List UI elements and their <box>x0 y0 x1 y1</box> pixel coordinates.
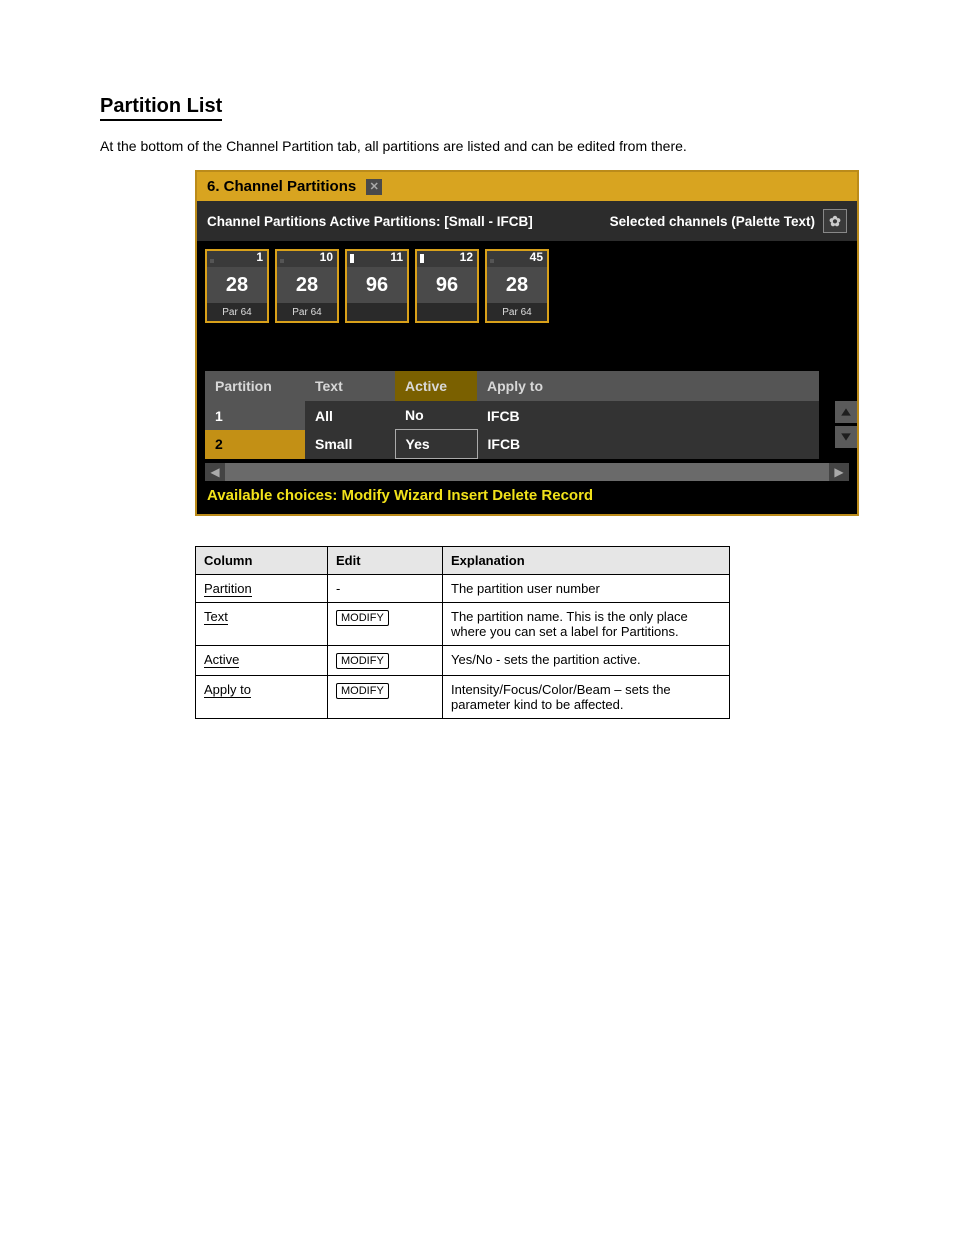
cell-text: Small <box>305 430 395 459</box>
horizontal-scrollbar[interactable]: ◀ ▶ <box>205 463 849 481</box>
cell-active[interactable]: Yes <box>395 430 477 459</box>
subheader-right: Selected channels (Palette Text) <box>610 214 815 229</box>
partition-table: Partition Text Active Apply to 1AllNoIFC… <box>205 371 819 459</box>
cell-partition-number: 2 <box>205 430 305 459</box>
available-choices: Available choices: Modify Wizard Insert … <box>197 481 857 514</box>
channel-cell[interactable]: 1 28Par 64 <box>205 249 269 359</box>
col-partition[interactable]: Partition <box>205 371 305 401</box>
channel-cell[interactable]: 1296 <box>415 249 479 359</box>
channel-label <box>415 303 479 323</box>
cell-partition-number: 1 <box>205 401 305 430</box>
channel-value: 28 <box>205 267 269 303</box>
channel-header: 12 <box>415 249 479 267</box>
scroll-up-icon[interactable] <box>835 401 857 423</box>
scroll-down-icon[interactable] <box>835 426 857 448</box>
channel-number: 10 <box>320 250 333 264</box>
doc-cell-column: Text <box>196 603 328 646</box>
doc-cell-expl: Intensity/Focus/Color/Beam – sets the pa… <box>443 676 730 719</box>
channel-number: 11 <box>390 250 403 264</box>
subheader-left: Channel Partitions Active Partitions: [S… <box>207 214 533 229</box>
doc-cell-column: Active <box>196 646 328 676</box>
channel-header: 1 <box>205 249 269 267</box>
section-heading: Partition List <box>100 95 854 118</box>
channel-indicator-icon <box>350 254 354 263</box>
channel-header: 45 <box>485 249 549 267</box>
doc-th-edit: Edit <box>328 547 443 575</box>
partition-row[interactable]: 1AllNoIFCB <box>205 401 819 430</box>
doc-cell-edit: MODIFY <box>328 646 443 676</box>
panel-subheader: Channel Partitions Active Partitions: [S… <box>197 201 857 241</box>
channel-number: 12 <box>460 250 473 264</box>
doc-cell-expl: The partition name. This is the only pla… <box>443 603 730 646</box>
channel-strip: 128Par 641028Par 64119612964528Par 64 <box>197 241 857 365</box>
channel-partitions-panel: 6. Channel Partitions ✕ Channel Partitio… <box>195 170 859 516</box>
col-active[interactable]: Active <box>395 371 477 401</box>
intro-paragraph: At the bottom of the Channel Partition t… <box>100 136 854 156</box>
doc-row: Apply to MODIFY Intensity/Focus/Color/Beam… <box>196 676 730 719</box>
modify-key: MODIFY <box>336 610 389 626</box>
col-text[interactable]: Text <box>305 371 395 401</box>
doc-th-column: Column <box>196 547 328 575</box>
channel-header: 10 <box>275 249 339 267</box>
channel-value: 28 <box>275 267 339 303</box>
channel-indicator-icon <box>420 254 424 263</box>
cell-active[interactable]: No <box>395 401 477 430</box>
gear-icon[interactable]: ✿ <box>823 209 847 233</box>
channel-number: 1 <box>256 250 263 264</box>
doc-cell-edit: MODIFY <box>328 676 443 719</box>
channel-value: 96 <box>415 267 479 303</box>
doc-row: Text MODIFY The partition name. This is th… <box>196 603 730 646</box>
doc-row: Active MODIFY Yes/No - sets the partition … <box>196 646 730 676</box>
partition-list-area: Partition Text Active Apply to 1AllNoIFC… <box>197 365 857 481</box>
channel-value: 28 <box>485 267 549 303</box>
channel-indicator-icon <box>210 259 214 263</box>
cell-applyto: IFCB <box>477 430 819 459</box>
columns-explanation-table: Column Edit Explanation Partition-The pa… <box>195 546 730 719</box>
channel-cell[interactable]: 45 28Par 64 <box>485 249 549 359</box>
channel-label: Par 64 <box>205 303 269 323</box>
channel-number: 45 <box>530 250 543 264</box>
cell-applyto: IFCB <box>477 401 819 430</box>
channel-cell[interactable]: 10 28Par 64 <box>275 249 339 359</box>
doc-cell-expl: Yes/No - sets the partition active. <box>443 646 730 676</box>
scroll-left-icon[interactable]: ◀ <box>205 463 225 481</box>
modify-key: MODIFY <box>336 683 389 699</box>
channel-label: Par 64 <box>275 303 339 323</box>
cell-text: All <box>305 401 395 430</box>
modify-key: MODIFY <box>336 653 389 669</box>
channel-label: Par 64 <box>485 303 549 323</box>
doc-cell-column: Partition <box>196 575 328 603</box>
channel-indicator-icon <box>490 259 494 263</box>
panel-tab-title: 6. Channel Partitions <box>207 178 356 195</box>
doc-cell-edit: MODIFY <box>328 603 443 646</box>
doc-cell-edit: - <box>328 575 443 603</box>
doc-row: Partition-The partition user number <box>196 575 730 603</box>
doc-th-expl: Explanation <box>443 547 730 575</box>
panel-tab[interactable]: 6. Channel Partitions ✕ <box>197 172 857 201</box>
close-icon[interactable]: ✕ <box>366 179 382 195</box>
channel-cell[interactable]: 1196 <box>345 249 409 359</box>
channel-value: 96 <box>345 267 409 303</box>
channel-indicator-icon <box>280 259 284 263</box>
doc-cell-column: Apply to <box>196 676 328 719</box>
scroll-right-icon[interactable]: ▶ <box>829 463 849 481</box>
partition-row[interactable]: 2SmallYesIFCB <box>205 430 819 459</box>
col-applyto[interactable]: Apply to <box>477 371 819 401</box>
doc-cell-expl: The partition user number <box>443 575 730 603</box>
channel-label <box>345 303 409 323</box>
channel-header: 11 <box>345 249 409 267</box>
